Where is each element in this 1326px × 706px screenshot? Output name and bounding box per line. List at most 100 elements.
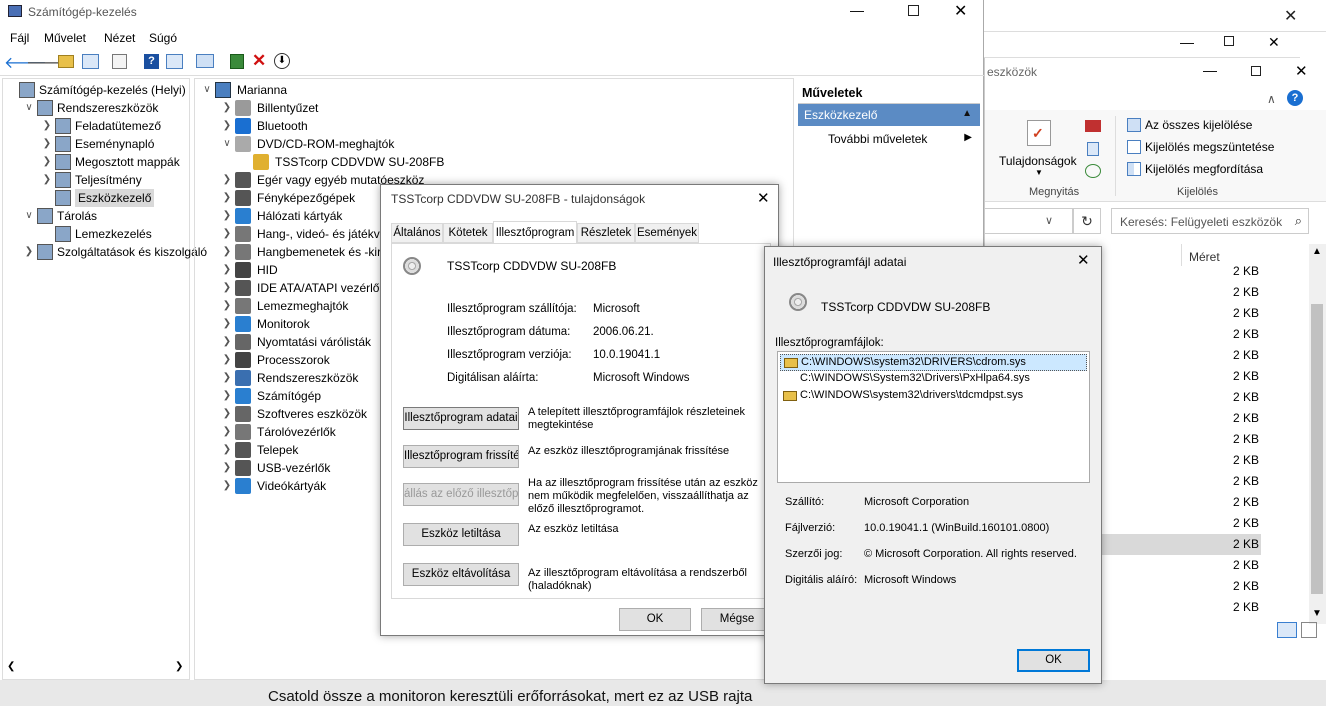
search-input[interactable]: Keresés: Felügyeleti eszközök ⌕	[1111, 208, 1309, 234]
update-driver-icon[interactable]	[230, 54, 244, 69]
tree-item-shared-folders[interactable]: ❯ Megosztott mappák	[3, 153, 189, 171]
ok-button[interactable]: OK	[619, 608, 691, 631]
chevron-icon[interactable]: ∨	[23, 207, 35, 225]
hscroll-left-icon[interactable]: ❮	[7, 661, 15, 672]
tree-item-disk-management[interactable]: Lemezkezelés	[3, 225, 189, 243]
details-view-icon[interactable]	[1277, 622, 1297, 638]
chevron-icon[interactable]: ❯	[221, 441, 233, 459]
driver-button-3[interactable]: Eszköz letiltása	[403, 523, 519, 546]
maximize-icon[interactable]	[1224, 36, 1234, 46]
chevron-down-icon[interactable]: ∨	[1045, 214, 1053, 227]
refresh-icon[interactable]: ↻	[1073, 208, 1101, 234]
chevron-icon[interactable]: ❯	[41, 135, 53, 153]
chevron-icon[interactable]: ❯	[221, 315, 233, 333]
chevron-icon[interactable]: ❯	[41, 153, 53, 171]
scroll-down-icon[interactable]: ▼	[1312, 608, 1322, 619]
chevron-icon[interactable]: ❯	[221, 423, 233, 441]
properties-icon[interactable]: ✓	[1027, 120, 1051, 146]
chevron-icon[interactable]: ∨	[23, 99, 35, 117]
chevron-icon[interactable]: ∨	[221, 135, 233, 153]
download-icon[interactable]: ⬇	[274, 53, 290, 69]
maximize-icon[interactable]	[1251, 66, 1261, 76]
chevron-icon[interactable]: ❯	[221, 99, 233, 117]
driver-button-1[interactable]: Illesztőprogram frissítése	[403, 445, 519, 468]
file-row[interactable]: C:\WINDOWS\system32\DRIVERS\cdrom.sys	[780, 354, 1087, 371]
collapse-icon[interactable]: ▲	[962, 108, 972, 119]
tree-item-performance[interactable]: ❯ Teljesítmény	[3, 171, 189, 189]
edit-icon[interactable]	[1087, 142, 1099, 156]
tab-volumes[interactable]: Kötetek	[443, 223, 493, 243]
menu-action[interactable]: Művelet	[44, 31, 86, 45]
minimize-icon[interactable]: —	[1203, 62, 1217, 78]
tab-events[interactable]: Események	[635, 223, 699, 243]
tab-details[interactable]: Részletek	[577, 223, 635, 243]
tab-driver[interactable]: Illesztőprogram	[493, 221, 577, 243]
chevron-down-icon[interactable]: ∨	[201, 81, 213, 99]
tree-item-event-viewer[interactable]: ❯ Eseménynapló	[3, 135, 189, 153]
chevron-icon[interactable]: ❯	[221, 351, 233, 369]
ok-button[interactable]: OK	[1017, 649, 1090, 672]
chevron-icon[interactable]: ❯	[221, 279, 233, 297]
driver-button-4[interactable]: Eszköz eltávolítása	[403, 563, 519, 586]
folder-up-icon[interactable]	[58, 55, 74, 68]
tree-item-task-scheduler[interactable]: ❯ Feladatütemező	[3, 117, 189, 135]
uninstall-icon[interactable]: ✕	[252, 51, 266, 71]
close-icon[interactable]: ✕	[757, 189, 770, 207]
print-icon[interactable]	[1085, 120, 1101, 132]
action-pane-icon[interactable]	[166, 54, 183, 69]
chevron-icon[interactable]: ❯	[221, 261, 233, 279]
minimize-icon[interactable]: —	[1180, 34, 1194, 50]
tree-item-computer-management[interactable]: Számítógép-kezelés (Helyi)	[3, 81, 189, 99]
tiles-view-icon[interactable]	[1301, 622, 1317, 638]
driver-button-0[interactable]: Illesztőprogram adatai	[403, 407, 519, 430]
tree-item-device-manager[interactable]: Eszközkezelő	[3, 189, 189, 207]
chevron-icon[interactable]: ❯	[221, 459, 233, 477]
more-actions[interactable]: További műveletek ▶	[798, 130, 980, 150]
actions-selected[interactable]: Eszközkezelő ▲	[798, 104, 980, 126]
scroll-thumb[interactable]	[1311, 304, 1323, 594]
tree-item-storage[interactable]: ∨ Tárolás	[3, 207, 189, 225]
close-icon[interactable]: ✕	[1284, 6, 1297, 26]
file-list-box[interactable]: C:\WINDOWS\system32\DRIVERS\cdrom.sys C:\…	[777, 351, 1090, 483]
tree-item-services-applications[interactable]: ❯ Szolgáltatások és kiszolgáló	[3, 243, 207, 261]
tab-general[interactable]: Általános	[391, 223, 443, 243]
chevron-icon[interactable]: ❯	[221, 405, 233, 423]
chevron-icon[interactable]: ❯	[221, 243, 233, 261]
properties-button[interactable]: Tulajdonságok	[999, 154, 1077, 168]
menu-view[interactable]: Nézet	[104, 31, 135, 45]
hscroll-right-icon[interactable]: ❯	[175, 661, 183, 672]
chevron-icon[interactable]: ❯	[221, 171, 233, 189]
scan-hardware-icon[interactable]	[196, 54, 214, 68]
close-icon[interactable]: ✕	[1077, 251, 1090, 269]
close-icon[interactable]: ✕	[1268, 34, 1280, 51]
minimize-button[interactable]: —	[850, 2, 864, 18]
close-icon[interactable]: ✕	[1295, 62, 1308, 80]
help-icon[interactable]: ?	[144, 54, 159, 69]
console-tree-icon[interactable]	[82, 54, 99, 69]
chevron-icon[interactable]: ❯	[41, 171, 53, 189]
maximize-button[interactable]	[908, 5, 919, 16]
scroll-up-icon[interactable]: ▲	[1312, 246, 1322, 257]
chevron-icon[interactable]: ❯	[221, 117, 233, 135]
chevron-icon[interactable]: ❯	[221, 477, 233, 495]
chevron-icon[interactable]: ❯	[221, 297, 233, 315]
file-row[interactable]: C:\WINDOWS\system32\drivers\tdcmdpst.sys	[780, 388, 1087, 405]
address-bar[interactable]	[985, 208, 1073, 234]
history-icon[interactable]	[1085, 164, 1101, 178]
help-icon[interactable]: ?	[1287, 90, 1303, 106]
chevron-icon[interactable]: ❯	[41, 117, 53, 135]
chevron-icon[interactable]: ❯	[221, 207, 233, 225]
cancel-button[interactable]: Mégse	[701, 608, 773, 631]
chevron-icon[interactable]: ❯	[23, 243, 35, 261]
properties-icon[interactable]	[112, 54, 127, 69]
menu-file[interactable]: Fájl	[10, 31, 29, 45]
chevron-icon[interactable]: ❯	[221, 333, 233, 351]
chevron-icon[interactable]: ❯	[221, 369, 233, 387]
chevron-up-icon[interactable]: ∧	[1267, 92, 1276, 106]
select-all-button[interactable]: Az összes kijelölése	[1145, 118, 1252, 132]
tree-item-system-tools[interactable]: ∨ Rendszereszközök	[3, 99, 189, 117]
menu-help[interactable]: Súgó	[149, 31, 177, 45]
chevron-icon[interactable]: ❯	[221, 225, 233, 243]
deselect-button[interactable]: Kijelölés megszüntetése	[1145, 140, 1274, 154]
chevron-icon[interactable]: ❯	[221, 189, 233, 207]
